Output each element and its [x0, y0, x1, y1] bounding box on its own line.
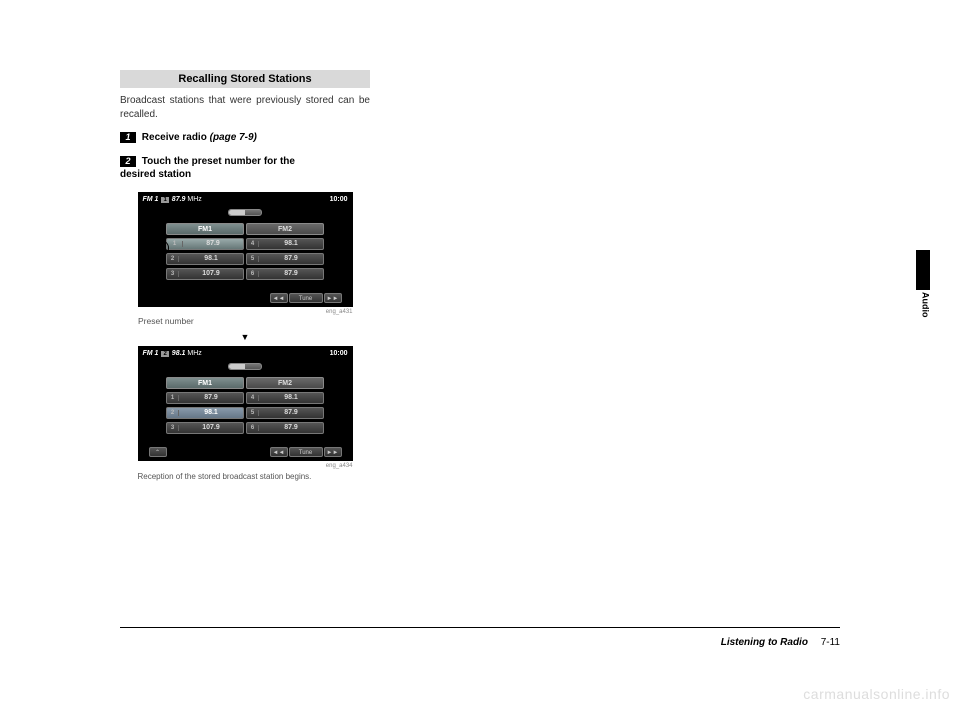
step-2-marker: 2	[120, 156, 136, 167]
section-heading: Recalling Stored Stations	[120, 70, 370, 88]
step-2-label-l2: desired station	[120, 169, 191, 180]
s2-clock: 10:00	[330, 350, 348, 357]
s1-tab-fm2[interactable]: FM2	[246, 223, 324, 235]
footer-rule	[120, 627, 840, 628]
s1-tab-fm1[interactable]: FM1	[166, 223, 244, 235]
footer-section: Listening to Radio	[721, 637, 808, 648]
screenshot-2: FM 1 2 98.1 MHz 10:00 FM1 FM2 187.9 498.…	[138, 346, 353, 461]
s1-tune-next[interactable]: ►►	[324, 293, 342, 303]
s1-frequency: 87.9	[172, 196, 186, 203]
s1-callout-label: Preset number	[138, 316, 370, 326]
s2-preset-3[interactable]: 3107.9	[166, 422, 244, 434]
s1-image-id: eng_a431	[138, 309, 353, 315]
s1-preset-5[interactable]: 587.9	[246, 253, 324, 265]
s2-tune-label: Tune	[289, 447, 323, 457]
screenshot-1: FM 1 1 87.9 MHz 10:00 FM1 FM2 187.9 498.…	[138, 192, 353, 307]
footer-page: 7-11	[821, 637, 840, 648]
s2-source: FM 1	[143, 350, 159, 357]
callout-line	[161, 256, 162, 301]
s2-image-id: eng_a434	[138, 463, 353, 469]
s2-fmam-toggle[interactable]	[228, 363, 262, 370]
s2-tab-fm2[interactable]: FM2	[246, 377, 324, 389]
step-2: 2 Touch the preset number for the desire…	[120, 155, 370, 182]
s1-preset-1[interactable]: 187.9	[166, 238, 244, 250]
s1-preset-3[interactable]: 3107.9	[166, 268, 244, 280]
s2-preset-indicator: 2	[161, 351, 168, 357]
screenshot-2-wrap: FM 1 2 98.1 MHz 10:00 FM1 FM2 187.9 498.…	[138, 346, 353, 461]
s1-unit: MHz	[187, 196, 201, 203]
side-tab-label: Audio	[920, 292, 930, 318]
s2-preset-5[interactable]: 587.9	[246, 407, 324, 419]
s1-tune-prev[interactable]: ◄◄	[270, 293, 288, 303]
s2-result-caption: Reception of the stored broadcast statio…	[138, 472, 353, 481]
s1-clock: 10:00	[330, 196, 348, 203]
s1-source: FM 1	[143, 196, 159, 203]
s2-preset-6[interactable]: 687.9	[246, 422, 324, 434]
s2-tune-next[interactable]: ►►	[324, 447, 342, 457]
step-2-label-l1: Touch the preset number for the	[142, 156, 295, 167]
s2-tab-fm1[interactable]: FM1	[166, 377, 244, 389]
intro-text: Broadcast stations that were previously …	[120, 94, 370, 121]
callout-circle-icon	[153, 240, 169, 256]
down-arrow-icon: ▼	[120, 332, 370, 342]
screenshot-1-wrap: FM 1 1 87.9 MHz 10:00 FM1 FM2 187.9 498.…	[138, 192, 353, 307]
s2-preset-1[interactable]: 187.9	[166, 392, 244, 404]
s1-tune-group: ◄◄ Tune ►►	[270, 293, 342, 303]
s2-unit: MHz	[187, 350, 201, 357]
s1-tune-label: Tune	[289, 293, 323, 303]
s2-preset-2[interactable]: 298.1	[166, 407, 244, 419]
s1-preset-indicator: 1	[161, 197, 168, 203]
step-1: 1 Receive radio (page 7-9)	[120, 131, 370, 145]
side-tab-marker	[916, 250, 930, 290]
s1-preset-6[interactable]: 687.9	[246, 268, 324, 280]
s1-preset-4[interactable]: 498.1	[246, 238, 324, 250]
s2-preset-4[interactable]: 498.1	[246, 392, 324, 404]
step-1-marker: 1	[120, 132, 136, 143]
s2-up-button[interactable]: ⌃	[149, 447, 167, 457]
step-1-ref: (page 7-9)	[210, 132, 257, 143]
s2-tune-prev[interactable]: ◄◄	[270, 447, 288, 457]
footer: Listening to Radio 7-11	[721, 637, 840, 648]
s2-tune-group: ◄◄ Tune ►►	[270, 447, 342, 457]
step-1-label: Receive radio	[142, 132, 207, 143]
watermark: carmanualsonline.info	[803, 686, 950, 702]
s1-fmam-toggle[interactable]	[228, 209, 262, 216]
s1-preset-2[interactable]: 298.1	[166, 253, 244, 265]
s2-frequency: 98.1	[172, 350, 186, 357]
